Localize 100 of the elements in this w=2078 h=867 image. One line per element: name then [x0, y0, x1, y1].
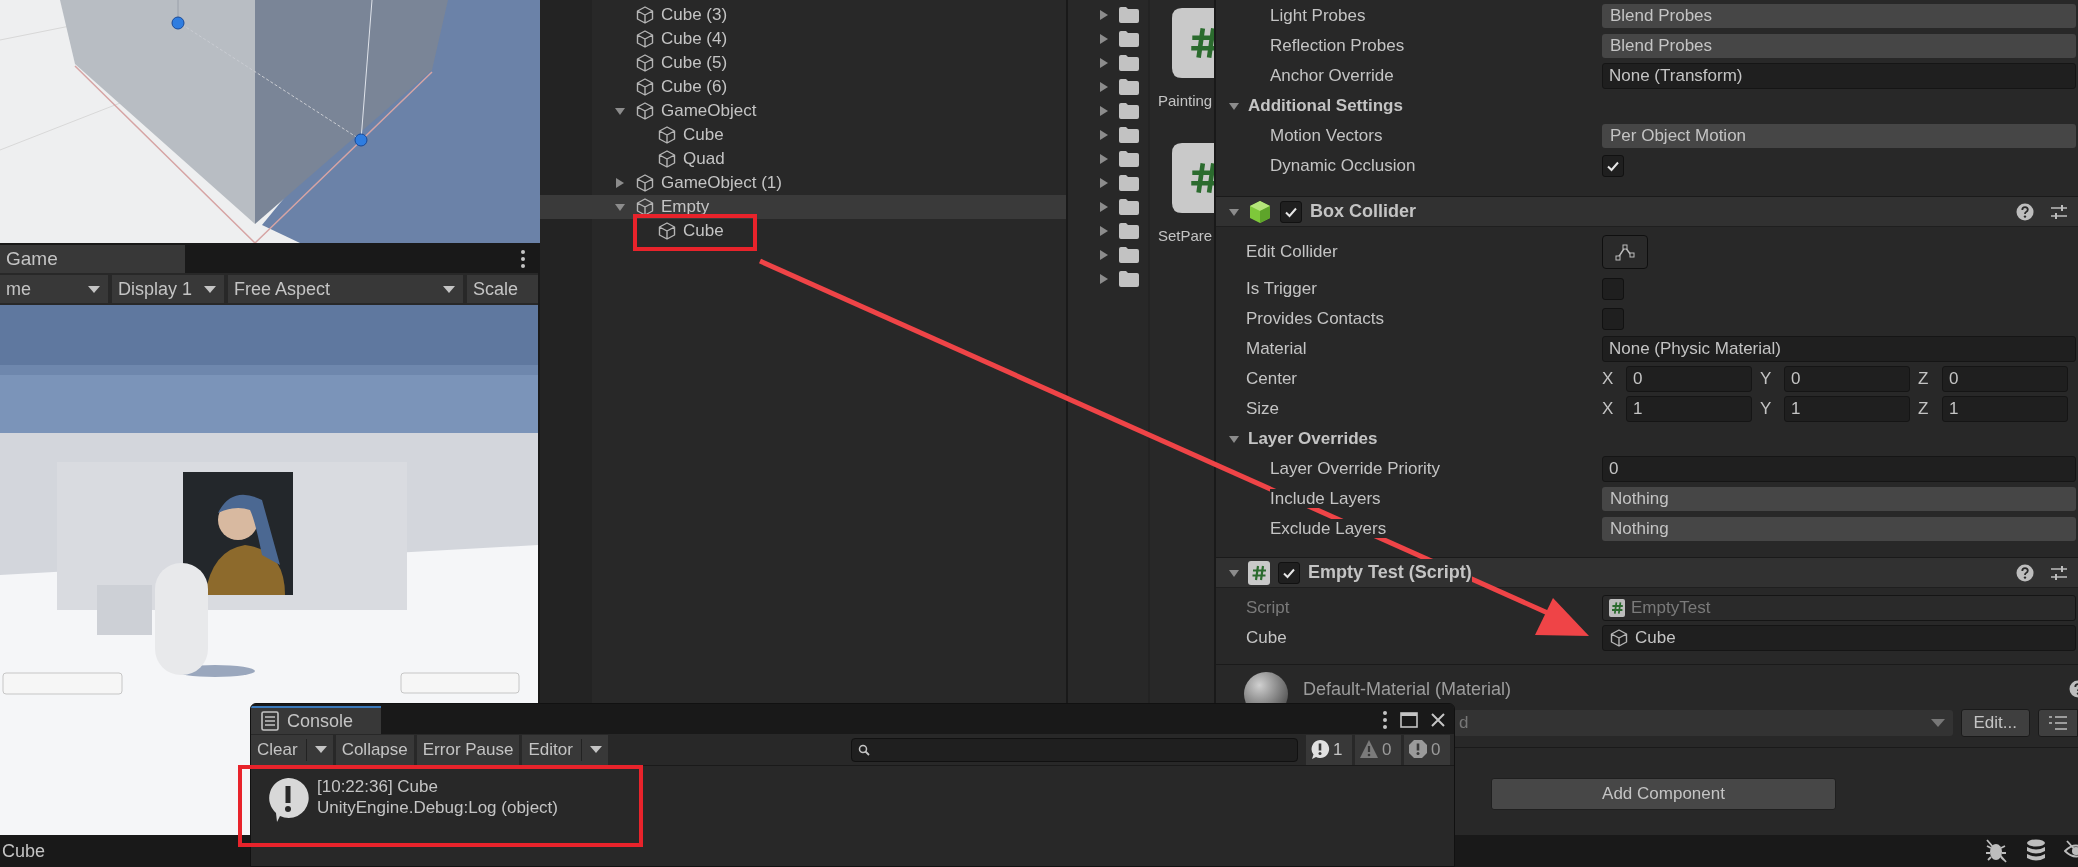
close-icon[interactable] [1430, 712, 1446, 728]
expand-arrow-icon[interactable] [1098, 153, 1110, 165]
hierarchy-item[interactable]: Cube [540, 123, 1066, 147]
checkbox[interactable] [1602, 155, 1624, 177]
number-field[interactable]: 0 [1626, 366, 1752, 392]
expand-arrow-icon[interactable] [1098, 177, 1110, 189]
dropdown-field[interactable]: Blend Probes [1602, 4, 2076, 28]
expand-arrow-icon[interactable] [614, 201, 626, 213]
hierarchy-item[interactable]: Cube (6) [540, 75, 1066, 99]
dropdown-field[interactable]: Per Object Motion [1602, 124, 2076, 148]
hierarchy-item[interactable]: Empty [540, 195, 1066, 219]
dropdown[interactable]: me [0, 275, 108, 303]
filter-toggle[interactable]: 1 [1306, 734, 1352, 765]
folder-icon[interactable] [1118, 222, 1140, 240]
dropdown-field[interactable]: Blend Probes [1602, 34, 2076, 58]
filter-toggle[interactable]: 0 [1404, 734, 1450, 765]
hierarchy-item[interactable]: Cube (3) [540, 3, 1066, 27]
folder-icon[interactable] [1118, 102, 1140, 120]
folder-icon[interactable] [1118, 270, 1140, 288]
console-tab[interactable]: Console [251, 706, 381, 734]
object-field[interactable]: Cube [1602, 625, 2076, 651]
add-component-button[interactable]: Add Component [1491, 778, 1836, 810]
expand-arrow-icon[interactable] [1098, 273, 1110, 285]
cube-icon [635, 101, 655, 121]
expand-arrow-icon[interactable] [1098, 201, 1110, 213]
dropdown[interactable]: Display 1 [112, 275, 224, 303]
help-icon[interactable] [2016, 202, 2034, 221]
hierarchy-item[interactable]: Cube (5) [540, 51, 1066, 75]
settings-icon[interactable] [2050, 202, 2068, 221]
list-button[interactable] [2038, 709, 2078, 737]
script-file-icon[interactable] [1172, 143, 1214, 213]
folder-icon[interactable] [1118, 30, 1140, 48]
folder-icon[interactable] [1118, 198, 1140, 216]
folder-icon[interactable] [1118, 126, 1140, 144]
help-icon[interactable] [2069, 680, 2078, 698]
folder-icon[interactable] [1118, 54, 1140, 72]
dropdown-field[interactable]: Nothing [1602, 487, 2076, 511]
edit-button[interactable]: Edit... [1960, 709, 2030, 737]
search-field[interactable] [851, 737, 1298, 762]
foldout-label[interactable]: Additional Settings [1248, 93, 1403, 119]
asset-name[interactable]: SetPare [1158, 225, 1213, 248]
hierarchy-item[interactable]: Cube [540, 219, 1066, 243]
toolbar-button[interactable]: Collapse [335, 734, 414, 765]
help-icon[interactable] [2016, 563, 2034, 582]
game-tab[interactable]: Game [0, 245, 185, 273]
log-message[interactable]: [10:22:36] Cube [317, 776, 558, 797]
hierarchy-item[interactable]: Quad [540, 147, 1066, 171]
expand-arrow-icon[interactable] [1098, 105, 1110, 117]
foldout-arrow-icon[interactable] [1228, 433, 1240, 445]
axis-label: Z [1918, 398, 1930, 421]
expand-arrow-icon[interactable] [1098, 225, 1110, 237]
folder-icon[interactable] [1118, 150, 1140, 168]
expand-arrow-icon[interactable] [1098, 57, 1110, 69]
settings-icon[interactable] [2050, 563, 2068, 582]
toolbar-button[interactable]: Editor [522, 734, 608, 765]
number-field[interactable]: 1 [1942, 396, 2068, 422]
number-field[interactable]: 1 [1626, 396, 1752, 422]
folder-icon[interactable] [1118, 6, 1140, 24]
more-options-icon[interactable] [520, 249, 526, 269]
dropdown[interactable]: Free Aspect [228, 275, 463, 303]
number-field[interactable]: 0 [1602, 456, 2076, 482]
edit-collider-button[interactable] [1602, 235, 1648, 269]
filter-toggle[interactable]: 0 [1355, 734, 1401, 765]
more-options-icon[interactable] [1382, 710, 1388, 730]
bug-icon[interactable] [1984, 838, 2008, 864]
hierarchy-item[interactable]: GameObject (1) [540, 171, 1066, 195]
expand-arrow-icon[interactable] [1098, 33, 1110, 45]
toolbar-button[interactable]: Error Pause [416, 734, 520, 765]
hierarchy-item[interactable]: GameObject [540, 99, 1066, 123]
expand-arrow-icon[interactable] [1098, 129, 1110, 141]
enable-checkbox[interactable] [1278, 561, 1300, 584]
maximize-icon[interactable] [1400, 712, 1418, 728]
folder-icon[interactable] [1118, 174, 1140, 192]
folder-icon[interactable] [1118, 246, 1140, 264]
cube-icon [635, 29, 655, 49]
foldout-label[interactable]: Layer Overrides [1248, 426, 1378, 452]
list-icon [2048, 715, 2068, 731]
number-field[interactable]: 1 [1784, 396, 1910, 422]
cube-icon [635, 173, 655, 193]
error-icon [1408, 739, 1428, 760]
foldout-arrow-icon[interactable] [1228, 100, 1240, 112]
log-trace[interactable]: UnityEngine.Debug:Log (object) [317, 797, 558, 818]
enable-checkbox[interactable] [1280, 200, 1302, 223]
expand-arrow-icon[interactable] [1098, 9, 1110, 21]
cube-icon [1609, 628, 1629, 648]
folder-icon[interactable] [1118, 78, 1140, 96]
hierarchy-item[interactable]: Cube (4) [540, 27, 1066, 51]
script-file-icon[interactable] [1172, 8, 1214, 78]
expand-arrow-icon[interactable] [1098, 249, 1110, 261]
toolbar-button[interactable]: Clear [251, 734, 333, 765]
number-field[interactable]: 0 [1942, 366, 2068, 392]
warning-icon [1359, 739, 1379, 760]
object-field[interactable]: None (Physic Material) [1602, 336, 2076, 362]
expand-arrow-icon[interactable] [1098, 81, 1110, 93]
number-field[interactable]: 0 [1784, 366, 1910, 392]
dropdown-field[interactable]: Nothing [1602, 517, 2076, 541]
object-field[interactable]: None (Transform) [1602, 63, 2076, 89]
expand-arrow-icon[interactable] [614, 177, 626, 189]
expand-arrow-icon[interactable] [614, 105, 626, 117]
asset-name[interactable]: Painting [1158, 90, 1213, 113]
